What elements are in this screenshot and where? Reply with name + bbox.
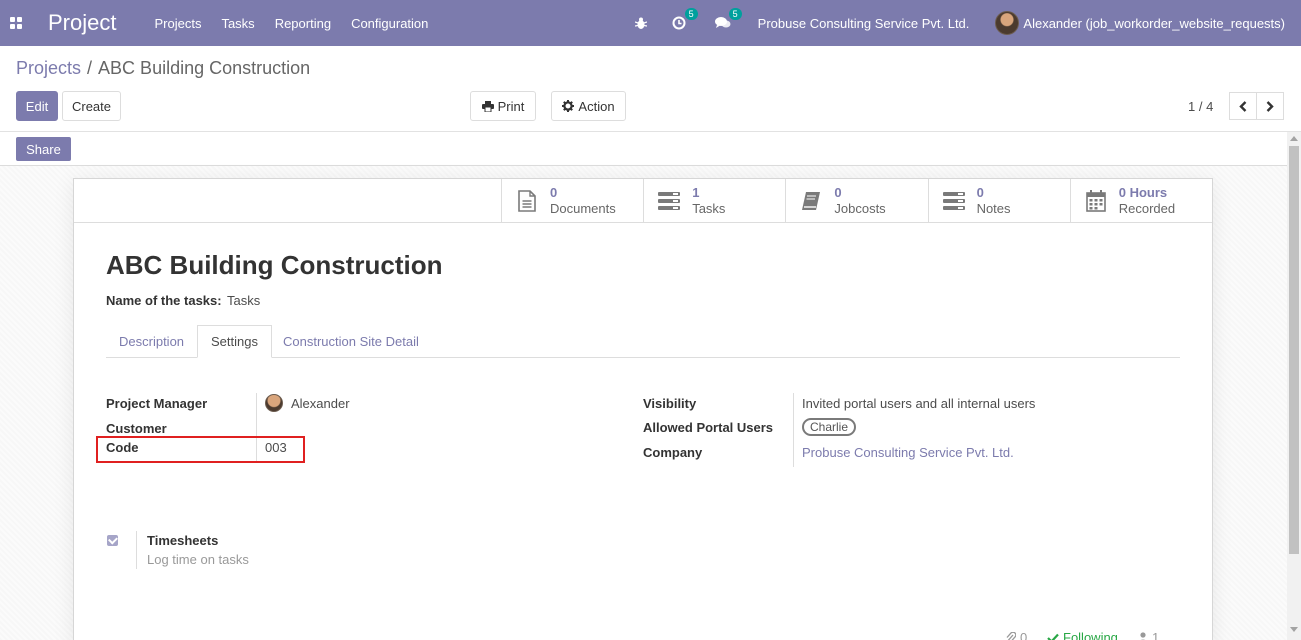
print-button[interactable]: Print — [470, 91, 536, 121]
smart-buttons-divider — [74, 222, 1212, 223]
gear-icon — [562, 100, 575, 112]
notes-icon — [942, 190, 965, 212]
create-button[interactable]: Create — [62, 91, 121, 121]
tab-construction-site-detail[interactable]: Construction Site Detail — [270, 325, 432, 358]
pager-value[interactable]: 1 / 4 — [1188, 99, 1213, 114]
record-title[interactable]: ABC Building Construction — [106, 250, 443, 281]
timesheets-label: Timesheets — [147, 533, 219, 548]
portal-user-tag[interactable]: Charlie — [802, 418, 857, 436]
jobcosts-label: Jobcosts — [834, 201, 886, 216]
messages-icon[interactable]: 5 — [714, 8, 742, 32]
jobcosts-smart-button[interactable]: 0 Jobcosts — [785, 179, 927, 223]
paperclip-icon — [1006, 631, 1016, 640]
following-label: Following — [1063, 630, 1118, 640]
activity-badge: 5 — [684, 8, 698, 20]
main-menu: Projects Tasks Reporting Configuration — [154, 16, 448, 31]
right-group-separator — [793, 393, 794, 467]
form-statusbar — [0, 132, 1287, 166]
notes-label: Notes — [976, 201, 1011, 216]
company-label: Company — [643, 445, 703, 460]
code-highlight-box — [96, 436, 305, 463]
customer-field[interactable] — [265, 419, 565, 435]
notes-smart-button[interactable]: 0 Notes — [927, 179, 1070, 223]
edit-button[interactable]: Edit — [16, 91, 58, 121]
followers-count: 1 — [1152, 630, 1160, 640]
systray: 5 5 Probuse Consulting Service Pvt. Ltd.… — [622, 0, 1301, 46]
apps-menu-icon[interactable] — [0, 0, 32, 46]
breadcrumb-current: ABC Building Construction — [98, 58, 311, 78]
avatar — [995, 11, 1020, 35]
messages-badge: 5 — [728, 8, 742, 20]
allowed-portal-users-field[interactable]: Charlie — [802, 418, 857, 436]
company-switcher[interactable]: Probuse Consulting Service Pvt. Ltd. — [758, 16, 970, 31]
print-icon — [481, 100, 494, 112]
tasks-count: 1 — [692, 185, 700, 200]
user-icon — [1140, 632, 1146, 640]
visibility-value[interactable]: Invited portal users and all internal us… — [802, 396, 1035, 411]
scroll-up-arrow-icon[interactable] — [1290, 136, 1298, 141]
timesheets-checkbox[interactable] — [107, 535, 118, 546]
app-brand[interactable]: Project — [48, 10, 116, 36]
menu-item-projects[interactable]: Projects — [154, 16, 201, 31]
notes-count: 0 — [976, 185, 984, 200]
tasks-name-value[interactable]: Tasks — [227, 293, 260, 308]
pager-next-button[interactable] — [1256, 92, 1284, 120]
scrollbar-thumb[interactable] — [1289, 146, 1299, 554]
top-navbar: Project Projects Tasks Reporting Configu… — [0, 0, 1301, 46]
project-manager-field[interactable]: Alexander — [265, 394, 350, 412]
user-menu[interactable]: Alexander (job_workorder_website_request… — [995, 11, 1285, 35]
tab-description[interactable]: Description — [106, 325, 197, 358]
share-button[interactable]: Share — [16, 137, 71, 161]
smart-buttons: 0 Documents 1 Tasks 0 Jobcosts 0 Notes 0… — [501, 179, 1212, 223]
calendar-icon — [1085, 190, 1107, 212]
project-manager-value: Alexander — [291, 395, 350, 411]
bug-icon[interactable] — [632, 14, 650, 32]
action-button[interactable]: Action — [551, 91, 626, 121]
documents-count: 0 — [550, 185, 558, 200]
chevron-right-icon — [1266, 100, 1274, 112]
user-name: Alexander (job_workorder_website_request… — [1023, 15, 1285, 31]
project-manager-label: Project Manager — [106, 396, 208, 411]
activity-clock-icon[interactable]: 5 — [670, 8, 698, 32]
hours-label: Recorded — [1118, 201, 1176, 216]
tasks-icon — [658, 190, 681, 212]
chevron-left-icon — [1239, 100, 1247, 112]
attachments-count: 0 — [1020, 630, 1028, 640]
allowed-portal-users-label: Allowed Portal Users — [643, 420, 774, 435]
tab-settings[interactable]: Settings — [197, 325, 272, 358]
company-link[interactable]: Probuse Consulting Service Pvt. Ltd. — [802, 445, 1014, 460]
documents-smart-button[interactable]: 0 Documents — [501, 179, 643, 223]
breadcrumb: Projects / ABC Building Construction — [16, 58, 310, 79]
document-icon — [516, 190, 538, 212]
scroll-down-arrow-icon[interactable] — [1290, 627, 1298, 632]
timesheets-separator — [136, 531, 137, 569]
avatar — [265, 394, 283, 412]
print-label: Print — [497, 98, 525, 114]
hours-value: 0 Hours — [1118, 185, 1168, 200]
check-icon — [1047, 633, 1059, 640]
jobcosts-count: 0 — [834, 185, 842, 200]
menu-item-reporting[interactable]: Reporting — [275, 16, 331, 31]
attachments-button[interactable]: 0 — [1006, 630, 1027, 640]
followers-button[interactable]: 1 — [1138, 630, 1159, 640]
book-icon — [800, 190, 822, 212]
tasks-name-label: Name of the tasks: — [106, 293, 222, 308]
menu-item-tasks[interactable]: Tasks — [221, 16, 254, 31]
action-label: Action — [578, 98, 615, 114]
customer-label: Customer — [106, 421, 167, 436]
following-button[interactable]: Following — [1047, 630, 1118, 640]
tasks-label: Tasks — [692, 201, 726, 216]
hours-recorded-smart-button[interactable]: 0 Hours Recorded — [1069, 179, 1212, 223]
breadcrumb-separator: / — [87, 58, 93, 78]
tasks-smart-button[interactable]: 1 Tasks — [643, 179, 785, 223]
timesheets-help-text: Log time on tasks — [147, 552, 249, 567]
visibility-label: Visibility — [643, 396, 697, 411]
pager-previous-button[interactable] — [1229, 92, 1257, 120]
menu-item-configuration[interactable]: Configuration — [351, 16, 428, 31]
breadcrumb-projects[interactable]: Projects — [16, 58, 81, 79]
documents-label: Documents — [550, 201, 616, 216]
